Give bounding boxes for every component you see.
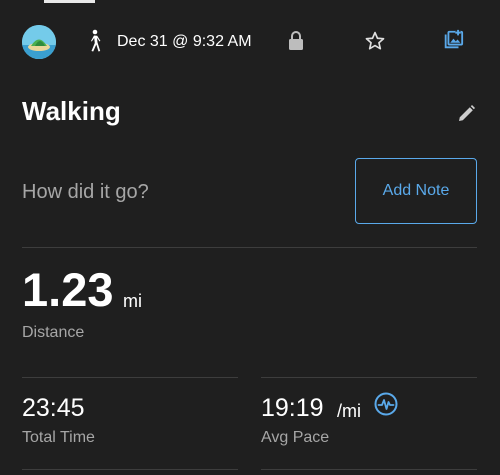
total-time-value: 23:45 <box>22 394 85 422</box>
divider <box>261 377 477 378</box>
add-note-button[interactable]: Add Note <box>355 158 477 224</box>
lock-icon[interactable] <box>287 30 305 52</box>
divider <box>22 469 238 470</box>
pace-chart-icon[interactable] <box>374 392 398 416</box>
avatar[interactable] <box>22 25 56 59</box>
activity-header: Dec 31 @ 9:32 AM <box>0 20 500 64</box>
island-avatar-icon <box>22 25 56 59</box>
total-time-label: Total Time <box>22 429 95 446</box>
pencil-edit-icon[interactable] <box>456 104 476 124</box>
star-icon[interactable] <box>364 30 386 52</box>
divider <box>22 377 238 378</box>
tab-indicator <box>44 0 95 3</box>
avg-pace-label: Avg Pace <box>261 429 330 446</box>
walking-icon <box>91 29 101 52</box>
add-photo-icon[interactable] <box>442 29 464 51</box>
distance-unit: mi <box>123 291 142 311</box>
activity-detail-screen: Dec 31 @ 9:32 AM Walking How did it go? … <box>0 0 500 475</box>
divider <box>22 247 477 248</box>
note-prompt: How did it go? <box>22 181 149 203</box>
avg-pace-unit: /mi <box>337 401 361 421</box>
activity-title: Walking <box>22 96 121 126</box>
distance-label: Distance <box>22 324 85 341</box>
distance-value: 1.23 <box>22 263 114 316</box>
activity-date-time: Dec 31 @ 9:32 AM <box>117 33 252 50</box>
divider <box>261 469 477 470</box>
avg-pace-value: 19:19 <box>261 394 324 422</box>
